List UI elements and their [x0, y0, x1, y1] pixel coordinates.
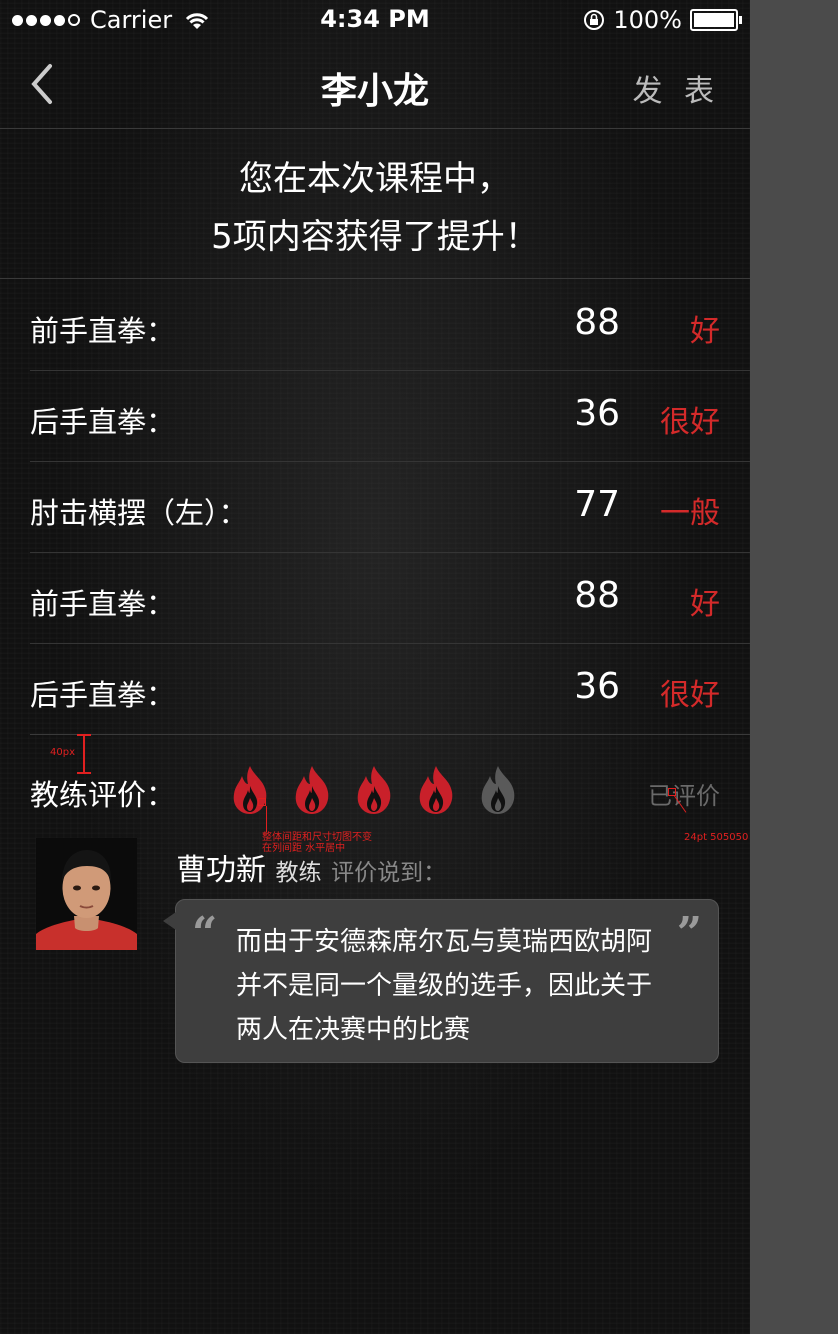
- comment-bubble: “ 而由于安德森席尔瓦与莫瑞西欧胡阿并不是同一个量级的选手，因此关于两人在决赛中…: [163, 899, 719, 1063]
- flame-icon[interactable]: [414, 764, 458, 816]
- rotation-lock-icon: [584, 10, 605, 30]
- results-list: 前手直拳： 88 好 后手直拳： 36 很好 肘击横摆（左）： 77 一般 前手…: [30, 280, 750, 735]
- flame-rating[interactable]: [228, 764, 520, 816]
- result-score: 88: [574, 302, 620, 343]
- flame-icon[interactable]: [352, 764, 396, 816]
- flame-annotation-marker: [258, 798, 266, 806]
- flame-icon-inactive[interactable]: [476, 764, 520, 816]
- phone-screen: Carrier 4:34 PM 100% 李小龙 发 表 您在本次课程中， 5项…: [0, 0, 750, 1334]
- result-label: 肘击横摆（左）：: [30, 496, 248, 530]
- close-quote-icon: ”: [676, 908, 702, 959]
- result-label: 前手直拳：: [30, 587, 176, 621]
- coach-portrait-image: [36, 838, 137, 950]
- result-grade: 好: [690, 587, 720, 622]
- result-score: 88: [574, 575, 620, 616]
- result-row: 前手直拳： 88 好: [30, 553, 750, 644]
- result-grade: 好: [690, 314, 720, 349]
- result-row: 肘击横摆（左）： 77 一般: [30, 462, 750, 553]
- result-score: 36: [574, 393, 620, 434]
- result-grade: 很好: [660, 678, 720, 713]
- divider: [0, 278, 750, 279]
- result-grade: 一般: [660, 496, 720, 531]
- result-grade: 很好: [660, 405, 720, 440]
- battery-icon: [690, 9, 742, 31]
- coach-comment-header: 曹功新 教练 评价说到：: [176, 845, 446, 889]
- result-label: 后手直拳：: [30, 678, 176, 712]
- summary-headline: 您在本次课程中， 5项内容获得了提升！: [0, 150, 750, 266]
- rated-annotation: 24pt 505050: [684, 832, 749, 843]
- spacing-marker-cap: [77, 734, 91, 736]
- summary-line-2: 5项内容获得了提升！: [211, 217, 539, 257]
- publish-button[interactable]: 发 表: [632, 66, 720, 110]
- result-row: 后手直拳： 36 很好: [30, 371, 750, 462]
- battery-percent: 100%: [613, 6, 682, 34]
- flame-annotation-line-1: 整体间距和尺寸切图不变: [262, 832, 372, 843]
- flame-icon[interactable]: [290, 764, 334, 816]
- coach-said-label: 评价说到：: [331, 860, 447, 886]
- result-label: 后手直拳：: [30, 405, 176, 439]
- coach-rating-label: 教练评价：: [30, 778, 176, 812]
- result-score: 77: [574, 484, 620, 525]
- spacing-marker-line: [83, 734, 85, 774]
- comment-text: 而由于安德森席尔瓦与莫瑞西欧胡阿并不是同一个量级的选手，因此关于两人在决赛中的比…: [236, 927, 653, 1045]
- avatar: [36, 838, 137, 950]
- result-score: 36: [574, 666, 620, 707]
- canvas-margin: [750, 0, 838, 1334]
- open-quote-icon: “: [192, 908, 218, 959]
- summary-line-1: 您在本次课程中，: [239, 159, 511, 199]
- flame-annotation-line: [266, 806, 267, 832]
- coach-name: 曹功新: [176, 853, 266, 888]
- rated-status: 已评价: [648, 782, 720, 810]
- spacing-annotation: 40px: [50, 747, 75, 758]
- result-row: 后手直拳： 36 很好: [30, 644, 750, 735]
- result-label: 前手直拳：: [30, 314, 176, 348]
- result-row: 前手直拳： 88 好: [30, 280, 750, 371]
- coach-role: 教练: [275, 860, 322, 886]
- status-bar: Carrier 4:34 PM 100%: [0, 0, 750, 40]
- navigation-bar: 李小龙 发 表: [0, 40, 750, 129]
